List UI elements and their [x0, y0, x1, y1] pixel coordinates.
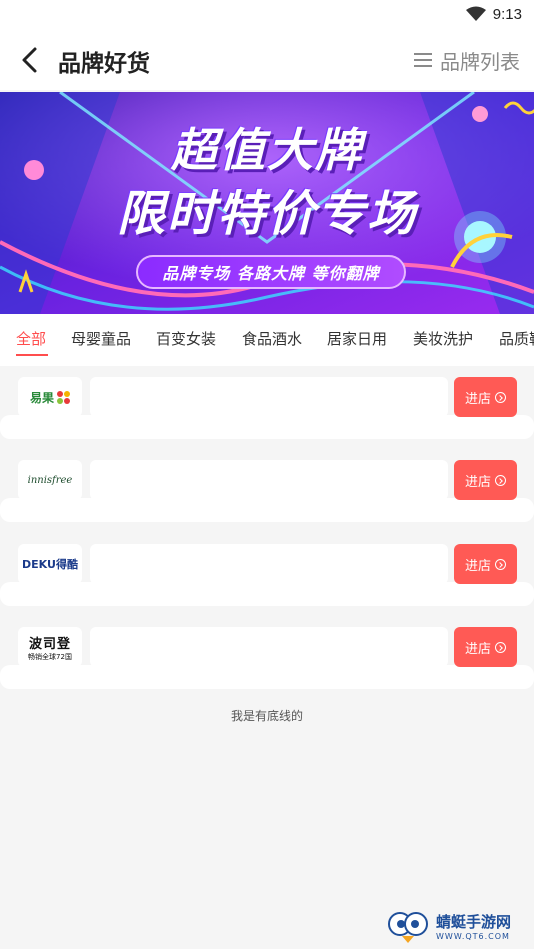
arrow-circle-icon — [495, 558, 506, 570]
fruit-dots-icon — [57, 390, 70, 404]
tab-active-indicator — [16, 354, 48, 356]
status-bar: 9:13 — [0, 0, 534, 30]
shop-info[interactable] — [90, 460, 448, 500]
banner-headline-1: 超值大牌 — [171, 123, 363, 177]
dragonfly-logo-icon — [388, 912, 428, 943]
brand-logo-bosideng[interactable]: 波司登 畅销全球72国 — [18, 627, 82, 667]
shop-info[interactable] — [90, 627, 448, 667]
arrow-circle-icon — [495, 474, 506, 486]
tab-beauty[interactable]: 美妆洗护 — [413, 328, 473, 349]
banner-tagline: 品牌专场 各路大牌 等你翻牌 — [136, 255, 406, 289]
back-arrow-icon[interactable] — [18, 45, 42, 75]
shop-info[interactable] — [90, 377, 448, 417]
tab-all[interactable]: 全部 — [16, 328, 46, 349]
enter-shop-button[interactable]: 进店 — [454, 544, 517, 584]
tab-shoes[interactable]: 品质鞋 — [499, 328, 534, 349]
enter-shop-button[interactable]: 进店 — [454, 377, 517, 417]
enter-shop-button[interactable]: 进店 — [454, 460, 517, 500]
tab-baby[interactable]: 母婴童品 — [71, 328, 131, 349]
brand-logo-innisfree[interactable]: innisfree — [18, 460, 82, 500]
arrow-circle-icon — [495, 641, 506, 653]
banner-headline-2: 限时特价专场 — [116, 186, 417, 242]
tab-food-drink[interactable]: 食品酒水 — [242, 328, 302, 349]
shop-card: 波司登 畅销全球72国 进店 — [0, 627, 534, 689]
shop-info[interactable] — [90, 544, 448, 584]
enter-shop-button[interactable]: 进店 — [454, 627, 517, 667]
menu-icon — [414, 53, 432, 67]
category-tabs: 全部 母婴童品 百变女装 食品酒水 居家日用 美妆洗护 品质鞋 — [0, 314, 534, 366]
tab-household[interactable]: 居家日用 — [327, 328, 387, 349]
shop-card: DEKU得酷 进店 — [0, 544, 534, 606]
app-header: 品牌好货 品牌列表 — [0, 30, 534, 90]
promo-banner[interactable]: 超值大牌 限时特价专场 品牌专场 各路大牌 等你翻牌 — [0, 92, 534, 314]
brand-list-label: 品牌列表 — [440, 49, 520, 74]
arrow-circle-icon — [495, 391, 506, 403]
watermark-name: 蜻蜓手游网 — [436, 913, 512, 931]
page-title: 品牌好货 — [58, 51, 150, 77]
brand-logo-yiguo[interactable]: 易果 — [18, 377, 82, 417]
end-of-list-note: 我是有底线的 — [230, 709, 303, 723]
watermark-url: WWW.QT6.COM — [436, 932, 510, 941]
site-watermark: 蜻蜓手游网 WWW.QT6.COM — [386, 906, 534, 946]
shop-card: 易果 进店 — [0, 377, 534, 439]
brand-list-button[interactable]: 品牌列表 — [414, 46, 520, 74]
brand-logo-deku[interactable]: DEKU得酷 — [18, 544, 82, 584]
status-time: 9:13 — [492, 6, 522, 23]
tab-womenswear[interactable]: 百变女装 — [156, 328, 216, 349]
wifi-icon — [466, 6, 486, 21]
shop-card: innisfree 进店 — [0, 460, 534, 522]
